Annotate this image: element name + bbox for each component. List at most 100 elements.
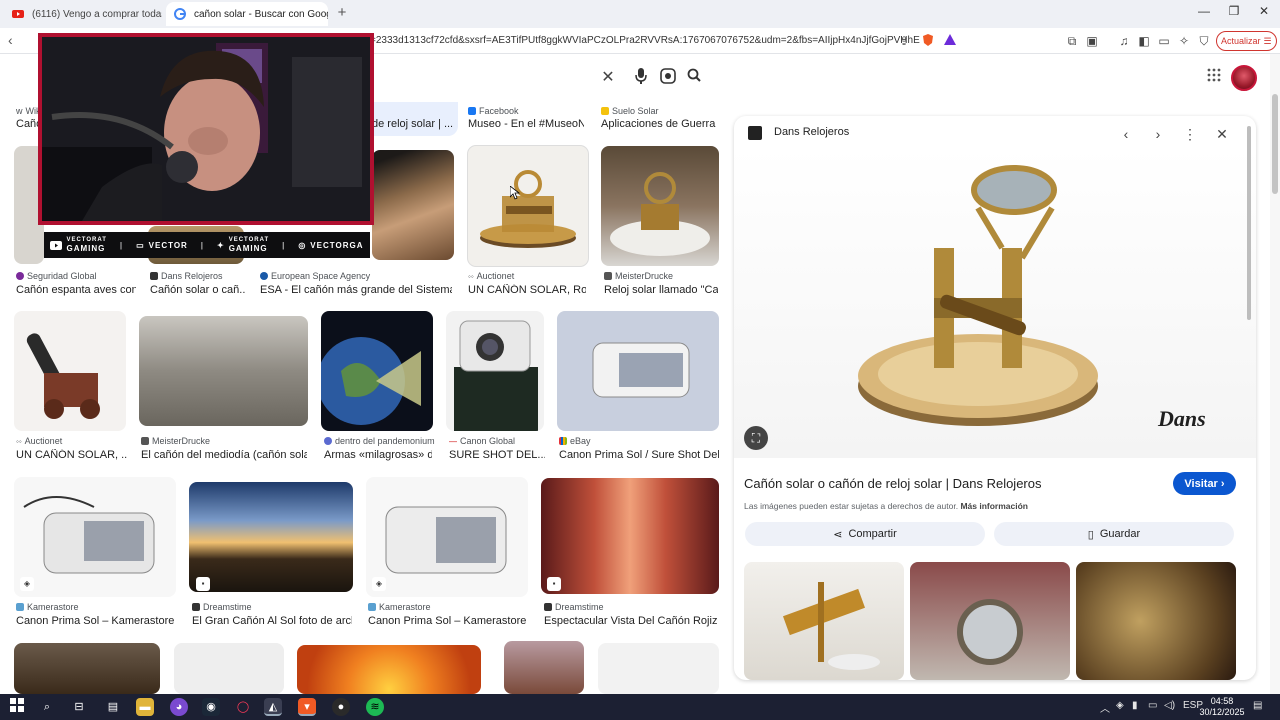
- result-title[interactable]: ESA - El cañón más grande del Sistema S.…: [260, 284, 452, 296]
- share-button[interactable]: ⋖ Compartir: [745, 522, 985, 546]
- steam-icon[interactable]: ◉: [202, 698, 220, 716]
- result-thumbnail[interactable]: [297, 645, 481, 694]
- site-icon: ◦◦: [16, 436, 22, 446]
- result-title[interactable]: UN CAÑÓN SOLAR, Ro...: [468, 284, 586, 296]
- spotify-icon[interactable]: ≋: [366, 698, 384, 716]
- tray-app-icon[interactable]: ◈: [1116, 700, 1124, 711]
- panel-source[interactable]: Dans Relojeros: [774, 126, 849, 138]
- page-scrollbar-thumb[interactable]: [1272, 94, 1278, 194]
- result-thumbnail[interactable]: [598, 643, 719, 694]
- close-window-icon[interactable]: ✕: [1254, 4, 1274, 18]
- app-icon[interactable]: ●: [332, 698, 350, 716]
- related-image[interactable]: [910, 562, 1070, 680]
- tab-google-search[interactable]: cañon solar - Buscar con Google ✕: [166, 2, 328, 26]
- more-options-icon[interactable]: ⋮: [1180, 126, 1200, 143]
- result-thumbnail[interactable]: [541, 478, 719, 594]
- close-panel-icon[interactable]: ✕: [1212, 126, 1232, 143]
- back-icon[interactable]: ‹: [8, 32, 13, 48]
- tab-youtube[interactable]: (6116) Vengo a comprar todas las ar: [4, 2, 162, 26]
- result-title[interactable]: Aplicaciones de Guerra ...: [601, 118, 719, 130]
- reader-icon[interactable]: ▣: [1084, 33, 1100, 49]
- new-tab-button[interactable]: +: [334, 4, 350, 21]
- panel-scrollbar-thumb[interactable]: [1247, 126, 1251, 320]
- clear-search-icon[interactable]: ✕: [598, 68, 618, 88]
- preview-image[interactable]: Dans ⛶: [734, 148, 1256, 458]
- visit-button[interactable]: Visitar ›: [1173, 472, 1236, 495]
- result-title[interactable]: Canon Prima Sol / Sure Shot Del ...: [559, 449, 719, 461]
- start-windows-icon[interactable]: [8, 698, 26, 716]
- result-title[interactable]: UN CAÑÓN SOLAR, ...: [16, 449, 128, 461]
- music-icon[interactable]: ♫: [1116, 33, 1132, 49]
- result-thumbnail[interactable]: [14, 311, 126, 431]
- result-thumbnail[interactable]: [504, 641, 584, 694]
- next-image-icon[interactable]: ›: [1148, 126, 1168, 142]
- share-icon[interactable]: ⇪: [896, 33, 912, 49]
- lens-search-icon[interactable]: ⛶: [744, 426, 768, 450]
- sundial-image: [610, 172, 710, 256]
- result-thumbnail[interactable]: [14, 477, 176, 597]
- result-thumbnail[interactable]: [14, 643, 160, 694]
- lens-search-icon[interactable]: [658, 68, 678, 88]
- file-manager-icon[interactable]: ▤: [104, 698, 122, 716]
- opera-icon[interactable]: ◯: [234, 698, 252, 716]
- wallet-icon[interactable]: ▭: [1156, 33, 1172, 49]
- result-title[interactable]: Canon Prima Sol – Kamerastore: [16, 615, 176, 627]
- system-clock[interactable]: 04:58 30/12/2025: [1198, 696, 1246, 718]
- panel-title[interactable]: Cañón solar o cañón de reloj solar | Dan…: [744, 476, 1041, 491]
- result-thumbnail[interactable]: [139, 316, 308, 426]
- display-icon[interactable]: ▭: [1148, 700, 1157, 711]
- obs-icon[interactable]: ◭: [264, 698, 282, 716]
- voice-search-icon[interactable]: [631, 68, 651, 88]
- result-title[interactable]: El Gran Cañón Al Sol foto de archi...: [192, 615, 352, 627]
- result-title[interactable]: Museo - En el #MuseoN...: [468, 118, 584, 130]
- vpn-icon[interactable]: ⛉: [1196, 33, 1212, 49]
- result-thumbnail[interactable]: [557, 311, 719, 431]
- microphone-icon[interactable]: ▮: [1132, 700, 1138, 711]
- result-thumbnail[interactable]: [601, 146, 719, 266]
- result-thumbnail[interactable]: [321, 311, 433, 431]
- previous-image-icon[interactable]: ‹: [1116, 126, 1136, 142]
- save-button[interactable]: ▯ Guardar: [994, 522, 1234, 546]
- result-title[interactable]: de reloj solar | ...: [372, 118, 454, 130]
- result-title[interactable]: SURE SHOT DEL...: [449, 449, 545, 461]
- leo-ai-icon[interactable]: ✧: [1176, 33, 1192, 49]
- result-thumbnail[interactable]: [446, 311, 544, 431]
- notifications-icon[interactable]: ▤: [1253, 700, 1262, 711]
- result-thumbnail[interactable]: [468, 146, 588, 266]
- result-title[interactable]: Armas «milagrosas» d...: [324, 449, 432, 461]
- volume-icon[interactable]: ◁): [1164, 700, 1175, 711]
- result-thumbnail[interactable]: [174, 643, 284, 694]
- folder-icon[interactable]: ▬: [136, 698, 154, 716]
- address-bar[interactable]: sv=2333d1313cf72cfd&sxsrf=AE3TifPUtf8ggk…: [360, 31, 920, 51]
- result-thumbnail[interactable]: [189, 482, 353, 592]
- result-thumbnail[interactable]: [366, 477, 528, 597]
- update-button[interactable]: Actualizar ☰: [1216, 31, 1277, 51]
- brave-shield-icon[interactable]: [920, 33, 936, 49]
- extensions-icon[interactable]: ⧉: [1064, 33, 1080, 49]
- minimize-icon[interactable]: —: [1194, 4, 1214, 18]
- restore-icon[interactable]: ❐: [1224, 4, 1244, 18]
- related-image[interactable]: [744, 562, 904, 680]
- panel-scrollbar[interactable]: [1246, 126, 1252, 676]
- task-view-icon[interactable]: ⊟: [70, 698, 88, 716]
- search-icon[interactable]: [684, 68, 704, 88]
- result-title[interactable]: Cañón solar o cañ...: [150, 284, 246, 296]
- result-thumbnail[interactable]: [372, 150, 454, 260]
- search-icon[interactable]: ⌕: [38, 698, 56, 716]
- result-title[interactable]: Canon Prima Sol – Kamerastore: [368, 615, 528, 627]
- apps-grid-icon[interactable]: [1204, 68, 1224, 88]
- sidebar-icon[interactable]: ◧: [1136, 33, 1152, 49]
- discord-icon[interactable]: ◕: [170, 698, 188, 716]
- page-scrollbar[interactable]: [1270, 54, 1280, 694]
- result-title[interactable]: El cañón del mediodía (cañón solar)...: [141, 449, 307, 461]
- related-image[interactable]: [1076, 562, 1236, 680]
- avatar[interactable]: [1231, 65, 1257, 91]
- result-title[interactable]: Reloj solar llamado "Ca...: [604, 284, 718, 296]
- result-title[interactable]: Cañón espanta aves con...: [16, 284, 136, 296]
- tray-expand-icon[interactable]: ︿: [1100, 700, 1110, 715]
- more-info-link[interactable]: Más información: [960, 501, 1028, 511]
- rewards-icon[interactable]: [942, 33, 958, 49]
- result-title[interactable]: Espectacular Vista Del Cañón Rojizo ...: [544, 615, 718, 627]
- result-source: Dreamstime: [192, 602, 252, 612]
- brave-icon[interactable]: ▾: [298, 698, 316, 716]
